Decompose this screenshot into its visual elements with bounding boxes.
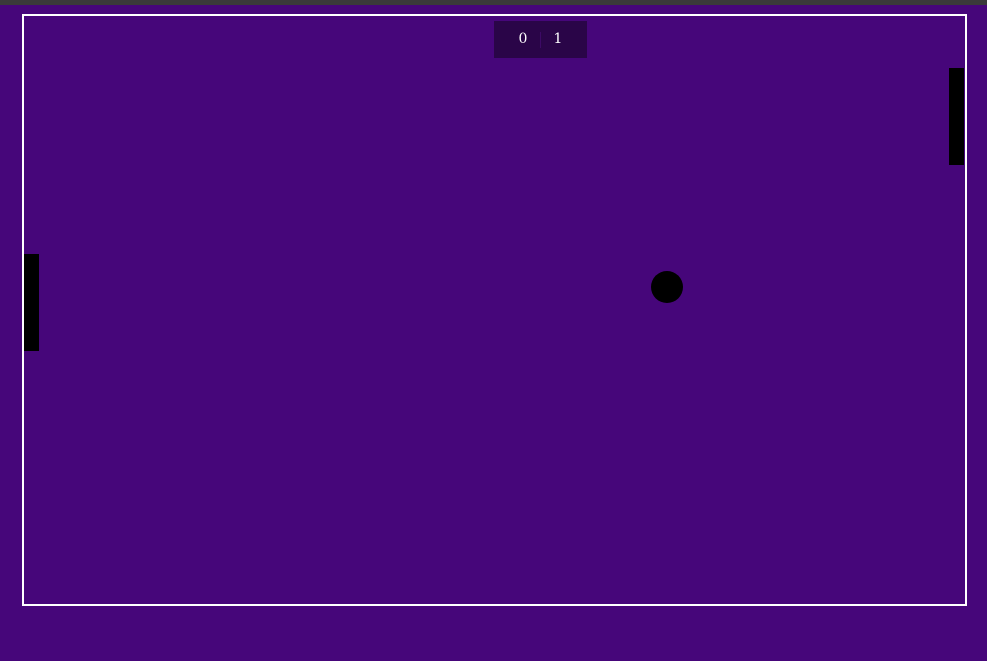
game-court xyxy=(22,14,967,606)
right-player-score: 1 xyxy=(553,31,563,47)
scoreboard: 0 1 xyxy=(494,21,587,58)
left-paddle[interactable] xyxy=(24,254,39,351)
right-paddle[interactable] xyxy=(949,68,964,165)
left-player-score: 0 xyxy=(518,31,528,47)
score-divider xyxy=(540,32,541,48)
window-top-strip xyxy=(0,0,987,5)
ball xyxy=(651,271,683,303)
